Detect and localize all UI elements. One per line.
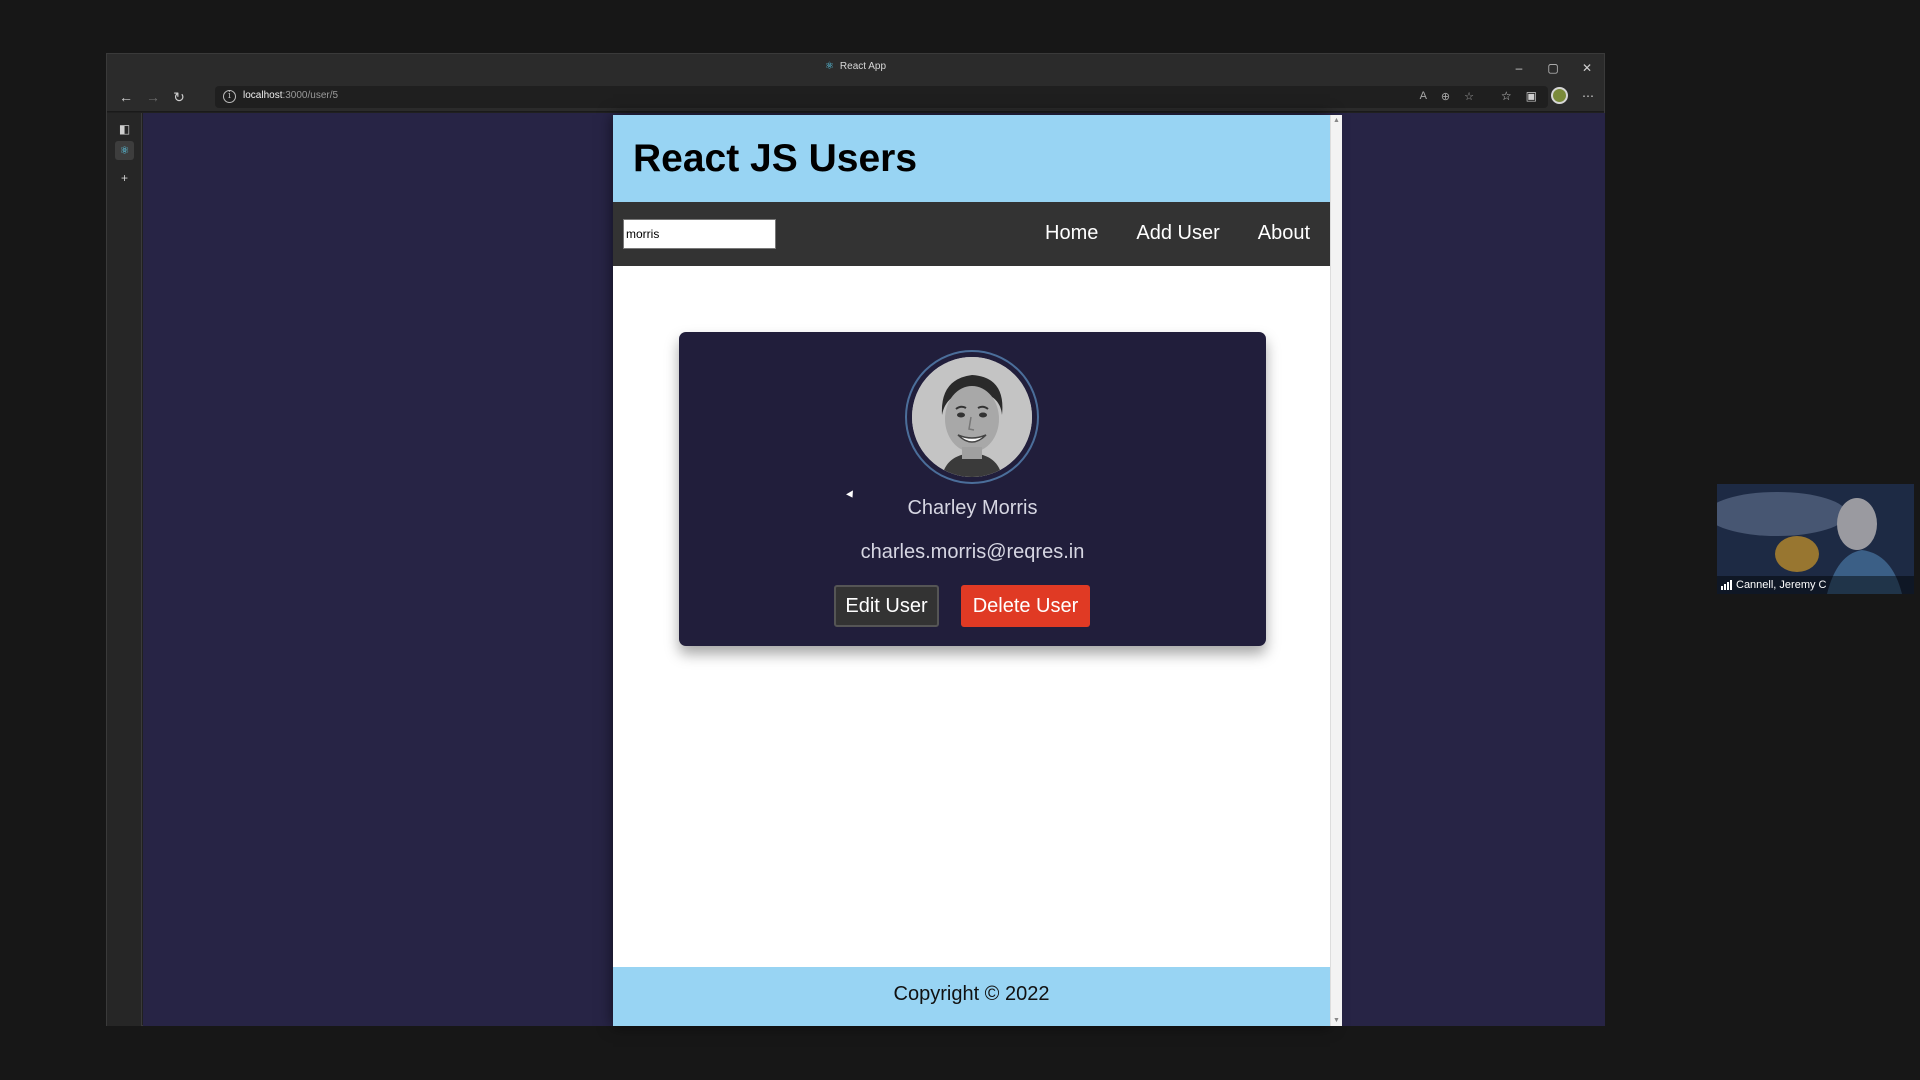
app-footer: Copyright © 2022 <box>613 967 1330 1026</box>
back-arrow-icon[interactable]: ← <box>115 88 137 106</box>
title-bar: ⚛ React App – ▢ ✕ <box>107 54 1604 82</box>
window-title: ⚛ React App <box>825 61 886 72</box>
page-scrollbar[interactable]: ▲ ▼ <box>1330 115 1342 1026</box>
scroll-up-icon[interactable]: ▲ <box>1333 117 1340 124</box>
forward-arrow-icon[interactable]: → <box>142 88 164 106</box>
url-path: :3000/user/5 <box>282 90 339 101</box>
window-controls: – ▢ ✕ <box>1502 54 1604 82</box>
add-favorite-icon[interactable]: ☆ <box>1464 90 1474 103</box>
minimize-icon[interactable]: – <box>1502 54 1536 82</box>
avatar-ring <box>905 350 1039 484</box>
window-title-text: React App <box>839 61 887 72</box>
page-viewport: React JS Users Home Add User About <box>143 113 1605 1026</box>
scroll-down-icon[interactable]: ▼ <box>1333 1017 1340 1024</box>
collections-icon[interactable]: ▣ <box>1526 89 1537 103</box>
url-host: localhost <box>243 90 283 101</box>
toolbar-right: ☆ ▣ ⋯ <box>1501 87 1594 104</box>
avatar-photo <box>912 357 1032 477</box>
navbar: Home Add User About <box>613 202 1330 266</box>
user-name: Charley Morris <box>907 497 1038 519</box>
react-logo-icon: ⚛ <box>824 61 834 72</box>
video-call-tile[interactable]: Cannell, Jeremy C <box>1717 484 1914 594</box>
close-icon[interactable]: ✕ <box>1570 54 1604 82</box>
nav-add-user-link[interactable]: Add User <box>1136 222 1219 245</box>
react-logo-icon: ⚛ <box>119 145 130 157</box>
profile-icon[interactable] <box>1551 87 1568 104</box>
react-app-page: React JS Users Home Add User About <box>613 115 1330 1026</box>
tab-actions-icon[interactable]: ◧ <box>115 119 134 138</box>
browser-window: ⚛ React App – ▢ ✕ ← → ↻ i localhost:3000… <box>106 53 1605 1026</box>
nav-about-link[interactable]: About <box>1258 222 1310 245</box>
search-input[interactable] <box>623 219 776 249</box>
address-bar[interactable]: i localhost:3000/user/5 A ⊕ ☆ <box>215 86 1548 108</box>
refresh-icon[interactable]: ↻ <box>168 88 190 106</box>
nav-home-link[interactable]: Home <box>1045 222 1098 245</box>
more-options-icon[interactable]: ⋯ <box>1582 89 1594 103</box>
participant-name: Cannell, Jeremy C <box>1736 579 1827 591</box>
participant-caption: Cannell, Jeremy C <box>1717 576 1914 594</box>
edit-user-button[interactable]: Edit User <box>834 585 939 627</box>
page-title: React JS Users <box>633 137 918 180</box>
delete-user-button[interactable]: Delete User <box>961 585 1090 627</box>
info-icon[interactable]: i <box>223 90 236 103</box>
signal-strength-icon <box>1721 580 1732 590</box>
user-email: charles.morris@reqres.in <box>860 541 1085 563</box>
vertical-tabs-sidebar: ◧ ⚛ + <box>107 113 142 1026</box>
favorites-icon[interactable]: ☆ <box>1501 89 1512 103</box>
user-card: Charley Morris charles.morris@reqres.in … <box>679 332 1266 646</box>
copyright-text: Copyright © 2022 <box>893 983 1050 1005</box>
zoom-icon[interactable]: ⊕ <box>1441 90 1450 103</box>
tab-react-app[interactable]: ⚛ <box>115 141 134 160</box>
read-aloud-icon[interactable]: A <box>1420 90 1427 103</box>
app-header: React JS Users <box>613 115 1330 202</box>
new-tab-icon[interactable]: + <box>115 168 134 187</box>
address-bar-icons: A ⊕ ☆ <box>1420 90 1474 103</box>
avatar <box>912 357 1032 477</box>
maximize-icon[interactable]: ▢ <box>1536 54 1570 82</box>
nav-links: Home Add User About <box>1045 222 1310 245</box>
browser-toolbar: ← → ↻ i localhost:3000/user/5 A ⊕ ☆ ☆ ▣ … <box>107 82 1604 112</box>
url-text[interactable]: localhost:3000/user/5 <box>243 90 338 101</box>
